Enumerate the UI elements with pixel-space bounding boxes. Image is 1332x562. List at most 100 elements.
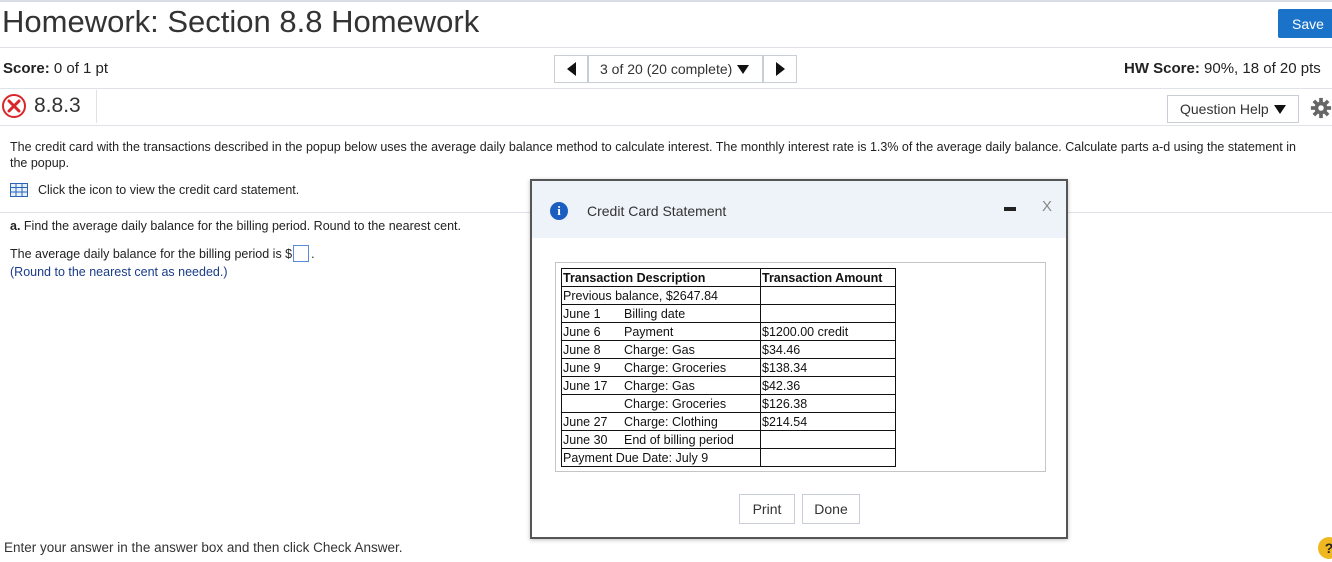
table-row: June 8 Charge: Gas $34.46 — [561, 340, 896, 359]
transaction-date: June 17 — [563, 378, 608, 393]
transaction-date: June 1 — [563, 306, 601, 321]
table-row: June 17 Charge: Gas $42.36 — [561, 376, 896, 395]
table-row: Previous balance, $2647.84 — [561, 286, 896, 305]
table-row: June 9 Charge: Groceries $138.34 — [561, 358, 896, 377]
score-value: 0 of 1 pt — [49, 60, 109, 77]
transaction-amount — [760, 286, 896, 305]
close-icon[interactable]: X — [1042, 198, 1052, 215]
answer-input[interactable] — [293, 245, 310, 262]
transaction-text: Previous balance, $2647.84 — [563, 288, 718, 303]
transaction-amount: $138.34 — [760, 358, 896, 377]
transaction-text: Charge: Groceries — [624, 360, 727, 375]
column-header: Transaction Description — [561, 268, 761, 287]
table-row: June 1 Billing date — [561, 304, 896, 323]
divider — [0, 47, 1332, 48]
done-button[interactable]: Done — [802, 494, 860, 524]
transaction-amount — [760, 304, 896, 323]
transaction-text: Charge: Groceries — [624, 396, 727, 411]
transaction-amount: $126.38 — [760, 394, 896, 413]
print-button[interactable]: Print — [739, 494, 795, 524]
table-row: June 27 Charge: Clothing $214.54 — [561, 412, 896, 431]
prev-arrow-icon — [566, 62, 576, 76]
transaction-date: June 8 — [563, 342, 601, 357]
dropdown-caret-icon — [1273, 104, 1286, 114]
question-number: 8.8.3 — [34, 94, 81, 117]
transaction-description: Payment Due Date: July 9 — [561, 448, 761, 467]
table-row: Payment Due Date: July 9 — [561, 448, 896, 467]
table-header-row: Transaction Description Transaction Amou… — [561, 268, 896, 287]
hw-score-label: HW Score: — [1124, 60, 1200, 77]
help-icon[interactable]: ? — [1318, 537, 1332, 559]
info-icon: i — [550, 202, 568, 220]
popup-title: Credit Card Statement — [587, 203, 727, 219]
round-note: (Round to the nearest cent as needed.) — [10, 265, 228, 279]
transaction-text: Charge: Clothing — [624, 414, 718, 429]
problem-text: The credit card with the transactions de… — [10, 140, 1296, 170]
transaction-amount: $42.36 — [760, 376, 896, 395]
transaction-date: June 30 — [563, 432, 608, 447]
transaction-amount — [760, 430, 896, 449]
column-header: Transaction Amount — [760, 268, 896, 287]
transaction-description: June 9 Charge: Groceries — [561, 358, 761, 377]
statement-frame: Transaction Description Transaction Amou… — [555, 262, 1046, 472]
statement-table: Transaction Description Transaction Amou… — [561, 268, 896, 467]
answer-prefix: The average daily balance for the billin… — [10, 246, 293, 261]
incorrect-x-icon — [2, 94, 26, 118]
transaction-description: June 27 Charge: Clothing — [561, 412, 761, 431]
credit-card-statement-popup: i Credit Card Statement X Transaction De… — [530, 179, 1068, 539]
table-row: Charge: Groceries $126.38 — [561, 394, 896, 413]
divider — [0, 125, 1332, 126]
transaction-text: Payment Due Date: July 9 — [563, 450, 709, 465]
prev-question-button[interactable] — [554, 55, 588, 83]
table-row: June 30 End of billing period — [561, 430, 896, 449]
divider — [96, 90, 97, 123]
transaction-text: Payment — [624, 324, 674, 339]
save-button[interactable]: Save — [1278, 9, 1332, 38]
transaction-description: Charge: Groceries — [561, 394, 761, 413]
gear-icon[interactable] — [1310, 97, 1332, 119]
transaction-amount: $34.46 — [760, 340, 896, 359]
divider — [0, 88, 1332, 89]
table-row: June 6 Payment $1200.00 credit — [561, 322, 896, 341]
transaction-text: Billing date — [624, 306, 686, 321]
answer-line: The average daily balance for the billin… — [10, 245, 315, 262]
transaction-amount — [760, 448, 896, 467]
question-selector[interactable]: 3 of 20 (20 complete) — [588, 55, 763, 83]
view-statement-link[interactable]: Click the icon to view the credit card s… — [10, 183, 299, 197]
transaction-amount: $1200.00 credit — [760, 322, 896, 341]
minimize-icon[interactable] — [1004, 207, 1016, 211]
hw-score: HW Score: 90%, 18 of 20 pts — [1124, 60, 1321, 77]
transaction-description: June 1 Billing date — [561, 304, 761, 323]
score-label: Score: — [3, 60, 50, 77]
grid-table-icon[interactable] — [10, 183, 28, 197]
transaction-amount: $214.54 — [760, 412, 896, 431]
top-border — [0, 0, 1332, 2]
answer-suffix: . — [311, 246, 315, 261]
score: Score: 0 of 1 pt — [3, 60, 108, 77]
part-a-label: a. — [10, 219, 21, 233]
transaction-description: June 17 Charge: Gas — [561, 376, 761, 395]
part-a-text: Find the average daily balance for the b… — [20, 219, 461, 233]
popup-header: i Credit Card Statement X — [532, 181, 1066, 238]
hw-score-value: 90%, 18 of 20 pts — [1199, 60, 1321, 77]
transaction-text: End of billing period — [624, 432, 734, 447]
click-icon-text: Click the icon to view the credit card s… — [38, 183, 300, 197]
transaction-description: June 6 Payment — [561, 322, 761, 341]
page-title: Homework: Section 8.8 Homework — [2, 4, 480, 39]
transaction-text: Charge: Gas — [624, 378, 695, 393]
question-progress: 3 of 20 (20 complete) — [600, 61, 733, 77]
next-arrow-icon — [775, 62, 785, 76]
dropdown-caret-icon — [737, 64, 750, 74]
transaction-date: June 9 — [563, 360, 601, 375]
transaction-text: Charge: Gas — [624, 342, 695, 357]
footer-instruction: Enter your answer in the answer box and … — [4, 540, 403, 555]
transaction-date: June 6 — [563, 324, 601, 339]
transaction-date: June 27 — [563, 414, 608, 429]
question-help-label: Question Help — [1180, 101, 1269, 117]
question-help-button[interactable]: Question Help — [1167, 95, 1299, 123]
part-a-prompt: a. Find the average daily balance for th… — [10, 219, 461, 233]
next-question-button[interactable] — [763, 55, 797, 83]
transaction-description: June 30 End of billing period — [561, 430, 761, 449]
transaction-description: Previous balance, $2647.84 — [561, 286, 761, 305]
transaction-description: June 8 Charge: Gas — [561, 340, 761, 359]
